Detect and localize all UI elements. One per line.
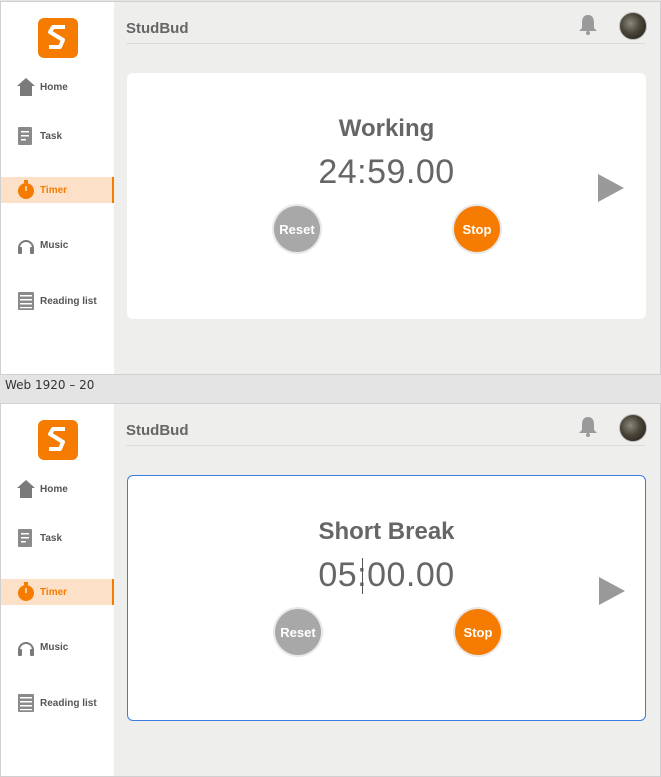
header-divider [126, 43, 645, 44]
sidebar-item-reading-list[interactable]: Reading list [1, 288, 114, 314]
timer-mode-title: Working [338, 115, 435, 142]
reset-button[interactable]: Reset [275, 609, 321, 655]
headphones-icon [16, 235, 36, 255]
sidebar-item-task[interactable]: Task [1, 123, 114, 149]
studbud-logo[interactable] [38, 18, 78, 58]
sidebar-item-home[interactable]: Home [1, 74, 114, 100]
timer-screen-short-break: Home Task Timer Music Reading list StudB… [0, 403, 661, 777]
sidebar: Home Task Timer Music Reading list [1, 2, 114, 374]
sidebar-item-label: Home [40, 81, 68, 93]
stop-button[interactable]: Stop [454, 206, 500, 252]
sidebar-item-home[interactable]: Home [1, 476, 114, 502]
sidebar-item-music[interactable]: Music [1, 634, 114, 660]
notification-bell-icon[interactable] [577, 13, 599, 35]
timer-display[interactable]: 05:00.00 [128, 556, 645, 595]
home-icon [16, 479, 36, 499]
sidebar-item-label: Timer [40, 184, 68, 196]
timer-icon [16, 582, 36, 602]
sidebar-item-label: Home [40, 483, 68, 495]
play-icon[interactable] [596, 172, 626, 204]
task-icon [16, 528, 36, 548]
logo-s-icon [48, 427, 65, 451]
studbud-logo[interactable] [38, 420, 78, 460]
timer-card: Short Break 05:00.00 Reset Stop [127, 475, 646, 721]
sidebar: Home Task Timer Music Reading list [1, 404, 114, 776]
sidebar-item-timer[interactable]: Timer [1, 177, 114, 203]
user-avatar[interactable] [619, 12, 647, 40]
sidebar-item-task[interactable]: Task [1, 525, 114, 551]
sidebar-item-reading-list[interactable]: Reading list [1, 690, 114, 716]
home-icon [16, 77, 36, 97]
text-caret [362, 558, 363, 594]
user-avatar[interactable] [619, 414, 647, 442]
play-icon[interactable] [597, 575, 627, 607]
sidebar-item-label: Reading list [40, 295, 97, 307]
sidebar-item-label: Music [40, 239, 69, 251]
task-icon [16, 126, 36, 146]
timer-card: Working 24:59.00 Reset Stop [127, 73, 646, 319]
timer-display: 24:59.00 [318, 153, 455, 191]
frame-label: Web 1920 – 20 [5, 378, 95, 392]
headphones-icon [16, 637, 36, 657]
sidebar-item-label: Task [40, 532, 63, 544]
sidebar-item-label: Task [40, 130, 63, 142]
sidebar-item-music[interactable]: Music [1, 232, 114, 258]
sidebar-item-label: Timer [40, 586, 68, 598]
timer-screen-working: Home Task Timer Music Reading list StudB… [0, 1, 661, 375]
notification-bell-icon[interactable] [577, 415, 599, 437]
app-title: StudBud [126, 422, 189, 439]
reset-button[interactable]: Reset [274, 206, 320, 252]
list-icon [16, 693, 36, 713]
stop-button[interactable]: Stop [455, 609, 501, 655]
timer-mode-title: Short Break [318, 518, 455, 545]
sidebar-item-timer[interactable]: Timer [1, 579, 114, 605]
header-divider [126, 445, 645, 446]
sidebar-item-label: Music [40, 641, 69, 653]
timer-icon [16, 180, 36, 200]
sidebar-item-label: Reading list [40, 697, 97, 709]
app-title: StudBud [126, 20, 189, 37]
logo-s-icon [48, 25, 65, 49]
list-icon [16, 291, 36, 311]
